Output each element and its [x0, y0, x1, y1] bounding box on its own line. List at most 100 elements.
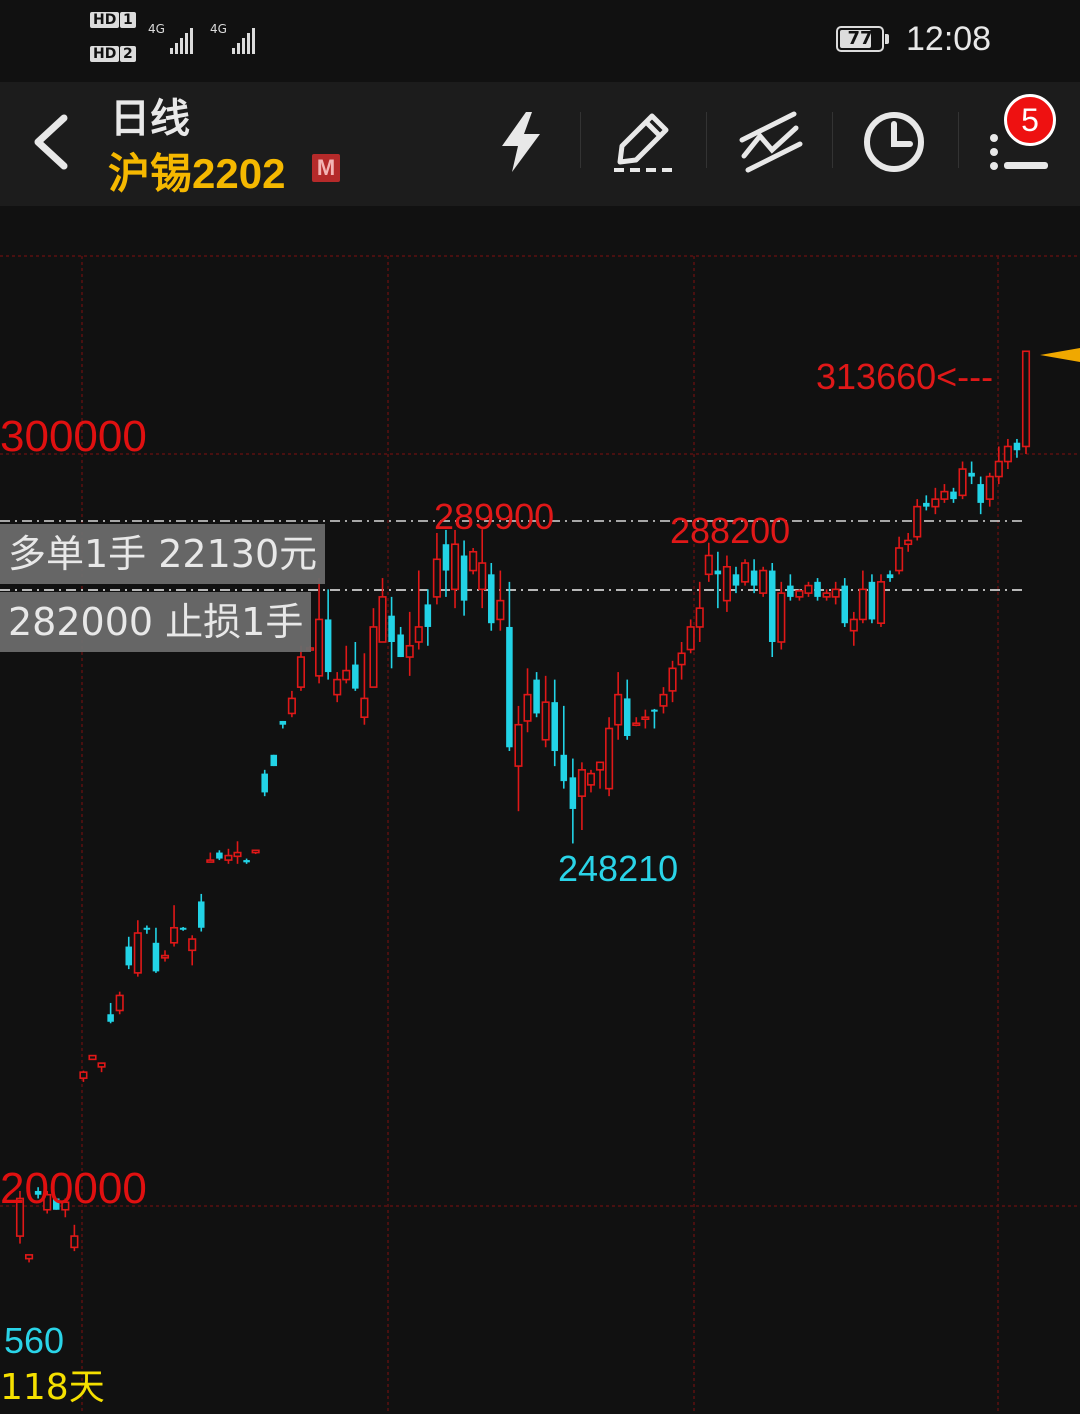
candle-body [216, 852, 223, 859]
candle-body [514, 723, 523, 767]
candle-body [160, 954, 170, 959]
candle-body [668, 667, 677, 692]
candle-body [296, 656, 306, 688]
candle-body [1021, 350, 1031, 448]
candle-body [424, 604, 432, 627]
candle-body [931, 498, 940, 508]
candle-body [759, 569, 768, 594]
network-type-2: 4G [210, 22, 227, 36]
axis-label-lower: 200000 [0, 1164, 147, 1213]
notification-badge[interactable]: 5 [1004, 94, 1056, 146]
candle-body [541, 701, 550, 741]
candle-body [79, 1071, 88, 1079]
candle-body [279, 720, 287, 725]
candle-body [977, 484, 984, 503]
candle-body [831, 588, 840, 598]
network-type-1: 4G [148, 22, 165, 36]
candle-body [25, 1254, 34, 1260]
battery-icon: 77 [836, 26, 889, 52]
candle-body [224, 854, 233, 861]
candle-body [405, 644, 414, 658]
candle-body [206, 859, 215, 863]
candle-body [233, 851, 242, 858]
candle-body [315, 618, 324, 677]
candle-body [814, 581, 821, 597]
candle-body [333, 678, 342, 696]
candle-body [170, 926, 179, 944]
candle-body [261, 773, 268, 793]
candle-body [369, 626, 378, 688]
candle-body [858, 588, 867, 621]
sim2-number: 2 [120, 46, 136, 62]
candle-body [577, 769, 586, 797]
candle-body [985, 475, 994, 500]
candle-body [287, 697, 296, 715]
footer-value: 560 [4, 1320, 65, 1361]
candle-body [876, 581, 886, 624]
candle-body [88, 1054, 97, 1061]
candle-body [586, 772, 596, 786]
candle-body [958, 468, 967, 497]
clock-icon[interactable] [858, 106, 930, 178]
candle-body [360, 697, 369, 718]
last-price-marker [1040, 348, 1080, 362]
main-contract-badge: M [312, 154, 340, 182]
kline-chart[interactable]: 300000 200000 多单1手 22130元 282000 止损1手 31… [0, 206, 1080, 1414]
low-price-annotation: 248210 [558, 848, 679, 889]
signal-bars-1-icon [170, 28, 193, 54]
candle-body [107, 1014, 114, 1022]
back-arrow-icon[interactable] [22, 112, 82, 172]
candle-body [414, 626, 423, 643]
candle-body [750, 570, 758, 586]
candle-body [605, 727, 614, 790]
candle-body [795, 590, 804, 598]
candle-body [913, 505, 922, 538]
pencil-icon[interactable] [606, 106, 678, 178]
candle-body [442, 544, 450, 571]
candle-body [197, 901, 205, 928]
candle-body [469, 550, 478, 572]
candle-body [397, 634, 404, 658]
candle-body [886, 574, 894, 579]
candle-body [496, 599, 505, 621]
candle-body [849, 618, 858, 632]
peak-left-annotation: 289900 [434, 496, 555, 537]
candle-body [695, 607, 704, 628]
lightning-icon[interactable] [486, 106, 558, 178]
candle-body [352, 664, 359, 689]
candle-body [904, 539, 913, 546]
candle-body [523, 693, 532, 722]
candle-body [623, 698, 631, 736]
candle-body [868, 581, 876, 620]
candle-body [822, 592, 831, 598]
candle-body [342, 669, 351, 681]
candle-body [923, 502, 930, 507]
candle-body [841, 585, 849, 624]
candle-body [432, 558, 441, 598]
long-order-label[interactable]: 多单1手 22130元 [0, 524, 326, 584]
candle-body [614, 693, 623, 726]
candle-body [595, 761, 605, 771]
candle-body [740, 562, 750, 583]
candle-body [722, 565, 731, 602]
candle-body [732, 574, 740, 586]
candle-body [968, 472, 975, 477]
candle-body [950, 491, 957, 500]
candlestick-series [15, 350, 1031, 1263]
candle-body [569, 777, 577, 809]
trend-lines-icon[interactable] [734, 106, 806, 178]
candle-body [133, 932, 142, 974]
candle-body [768, 570, 776, 642]
stop-loss-label[interactable]: 282000 止损1手 [0, 592, 312, 652]
candle-body [659, 693, 668, 707]
candle-body [632, 722, 641, 727]
candle-body [506, 626, 513, 748]
candle-body [179, 927, 187, 930]
candle-body [677, 652, 686, 666]
candle-body [651, 709, 658, 712]
candle-body [450, 543, 460, 591]
candle-body [270, 754, 278, 767]
period-title: 日线 [110, 96, 190, 142]
candle-body [324, 619, 332, 673]
candle-body [777, 592, 786, 643]
